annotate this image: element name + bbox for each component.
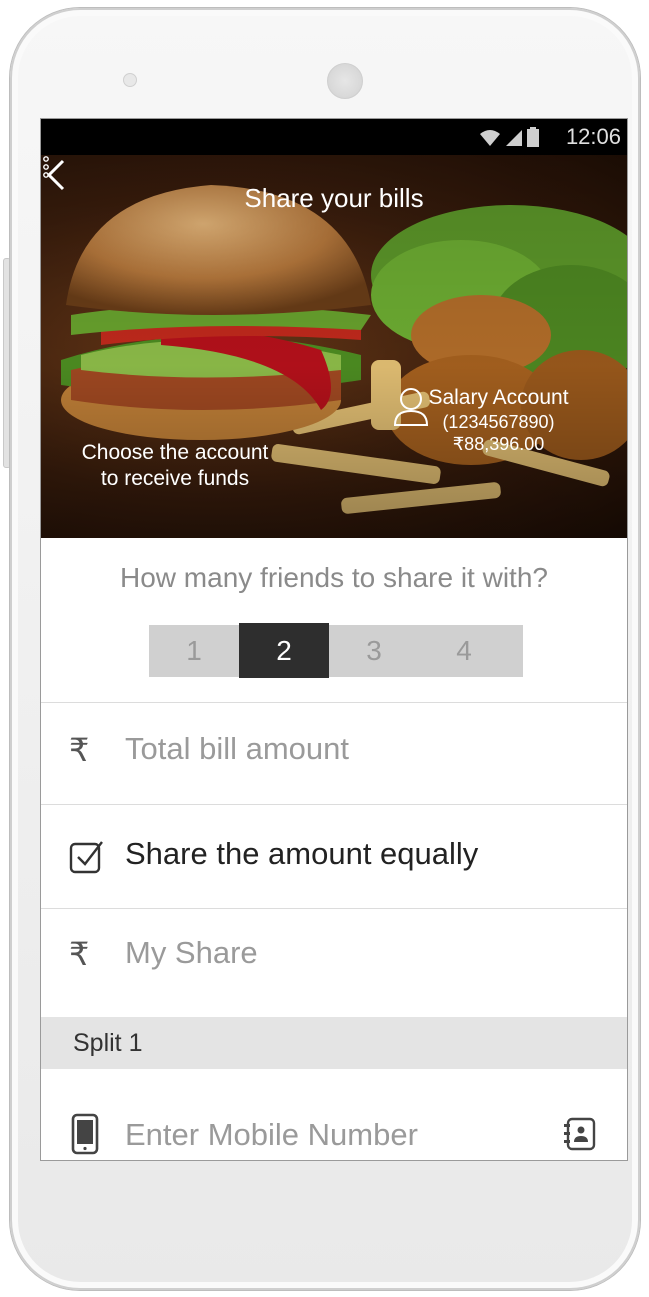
choose-line-1: Choose the account — [81, 441, 269, 464]
friends-option-4[interactable]: 4 — [419, 625, 509, 677]
share-equally-row[interactable]: Share the amount equally — [41, 805, 627, 907]
status-icons — [479, 127, 539, 147]
wifi-icon — [480, 130, 500, 146]
total-bill-field[interactable]: ₹ Total bill amount — [41, 703, 627, 803]
share-equally-label: Share the amount equally — [125, 836, 479, 871]
contacts-book-icon[interactable] — [564, 1117, 596, 1151]
friends-option-1[interactable]: 1 — [149, 625, 239, 677]
selected-account[interactable]: Salary Account (1234567890) ₹88,396.00 — [391, 385, 606, 455]
checkbox-checked-icon[interactable] — [69, 838, 105, 874]
friends-option-3[interactable]: 3 — [329, 625, 419, 677]
rupee-icon: ₹ — [69, 936, 90, 972]
hero-banner: Share your bills Choose the account to r… — [41, 155, 627, 538]
earpiece-speaker — [327, 63, 363, 99]
mobile-phone-icon — [71, 1113, 99, 1155]
mobile-number-input[interactable]: Enter Mobile Number — [125, 1117, 418, 1153]
choose-account-prompt[interactable]: Choose the account to receive funds — [55, 440, 295, 492]
friends-option-2[interactable]: 2 — [239, 623, 329, 678]
overflow-menu-icon[interactable] — [41, 155, 51, 179]
status-time: 12:06 — [565, 124, 621, 149]
page-title: Share your bills — [244, 183, 424, 213]
split-section-header: Split 1 — [41, 1017, 627, 1069]
my-share-field[interactable]: ₹ My Share — [41, 909, 627, 1017]
user-icon — [393, 388, 429, 426]
mobile-number-field[interactable]: Enter Mobile Number — [41, 1069, 627, 1160]
friends-count-selector: 1 2 3 4 — [149, 623, 523, 678]
rupee-icon: ₹ — [69, 732, 90, 768]
front-camera — [123, 73, 137, 87]
my-share-input[interactable]: My Share — [125, 935, 258, 971]
choose-line-2: to receive funds — [100, 467, 250, 490]
battery-icon — [527, 127, 539, 147]
status-bar: 12:06 — [41, 119, 627, 155]
friends-question: How many friends to share it with? — [120, 562, 548, 593]
total-bill-input[interactable]: Total bill amount — [125, 731, 349, 767]
signal-icon — [506, 130, 522, 146]
account-balance: ₹88,396.00 — [452, 434, 545, 454]
app-screen: 12:06 Share your bills Choose the accoun… — [40, 118, 628, 1161]
